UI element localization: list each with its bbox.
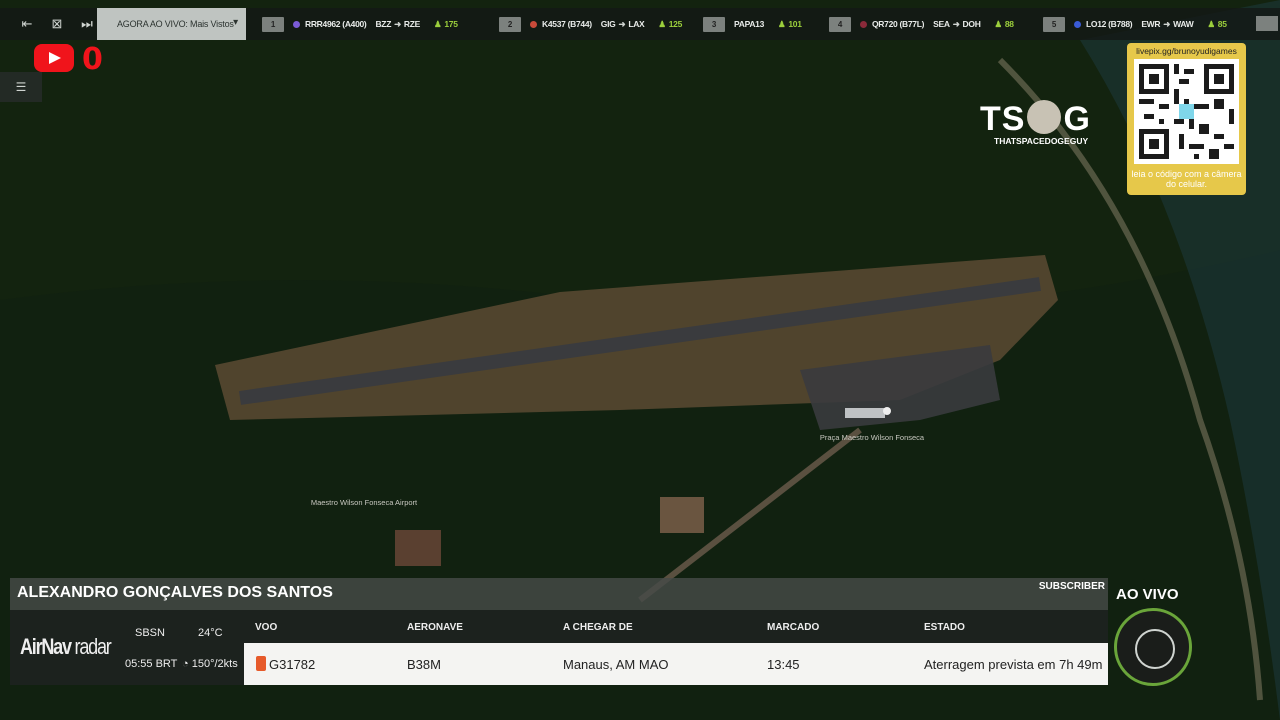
flight-origin: SEA: [933, 19, 950, 29]
local-time: 05:55 BRT: [125, 658, 178, 670]
header-scheduled: MARCADO: [767, 622, 820, 633]
flight-rank: 3: [703, 16, 725, 32]
airport-info: AirNav radar SBSN 05:55 BRT 24°C ◔ 150°/…: [10, 610, 1108, 685]
flight-origin: BZZ: [375, 19, 392, 29]
viewers-count: 175: [444, 19, 458, 29]
flight-destination: LAX: [628, 19, 645, 29]
flight-rank: 5: [1043, 16, 1065, 32]
arrow-right-icon: ➜: [394, 18, 401, 29]
list-panel-button[interactable]: ☰: [0, 72, 42, 102]
top-bar: ⇤ ⊠ ⏭ AGORA AO VIVO: Mais Vistos ▾ 1 RRR…: [0, 8, 1280, 40]
arrow-right-icon: ➜: [618, 18, 626, 29]
channel-logo-subtitle: THATSPACEDOGEGUY: [994, 136, 1089, 146]
collapse-left-icon[interactable]: ⇤: [14, 11, 40, 37]
airline-icon: [1074, 20, 1081, 28]
flight-item[interactable]: 3 PAPA13 ♟ 101: [703, 8, 829, 40]
header-from: A CHEGAR DE: [563, 622, 633, 633]
arrow-right-icon: ➜: [1163, 18, 1171, 29]
wind-icon: ◔: [182, 658, 189, 670]
flight-destination: WAW: [1173, 19, 1194, 29]
flight-rank: 2: [499, 16, 521, 32]
header-aircraft: AERONAVE: [407, 622, 463, 633]
top-flights-list: 1 RRR4962 (A400) BZZ ➜ RZE ♟ 175 2 K4537…: [262, 8, 1243, 40]
live-label: AO VIVO: [1116, 586, 1179, 603]
flight-callsign: LO12 (B788): [1086, 19, 1133, 29]
row-scheduled: 13:45: [767, 657, 800, 672]
viewers-icon: ♟: [1207, 18, 1215, 29]
youtube-count: 0: [82, 42, 103, 77]
flight-rank: 1: [262, 16, 284, 32]
viewers-count: 88: [1004, 19, 1014, 29]
flight-destination: RZE: [403, 19, 421, 29]
more-flights-button[interactable]: [1256, 16, 1278, 31]
location-pin-icon[interactable]: [883, 407, 891, 415]
chevron-down-icon: ▾: [233, 17, 238, 28]
flight-callsign: PAPA13: [734, 19, 765, 29]
viewers-icon: ♟: [658, 18, 666, 29]
airport-icao: SBSN: [135, 627, 165, 639]
header-flight: VOO: [255, 622, 278, 633]
now-live-label: AGORA AO VIVO: Mais Vistos: [117, 19, 234, 29]
flight-item[interactable]: 5 LO12 (B788) EWR ➜ WAW ♟ 85: [1043, 8, 1243, 40]
subscriber-banner: ALEXANDRO GONÇALVES DOS SANTOS SUBSCRIBE…: [10, 578, 1108, 610]
qr-caption: leia o código com a câmera do celular.: [1131, 169, 1242, 189]
airline-icon: [293, 20, 300, 28]
flight-origin: EWR: [1141, 19, 1161, 29]
map-place-label: Praça Maestro Wilson Fonseca: [820, 433, 925, 442]
wind-value: 150°/2kts: [191, 658, 238, 670]
viewers-count: 85: [1217, 19, 1227, 29]
subscriber-label: SUBSCRIBER: [1038, 581, 1105, 592]
temperature: 24°C: [198, 627, 223, 639]
qr-code: [1134, 59, 1239, 164]
airnav-brand: AirNav: [20, 634, 72, 659]
flight-item[interactable]: 2 K4537 (B744) GIG ➜ LAX ♟ 125: [499, 8, 703, 40]
airnav-brand-suffix: radar: [70, 634, 112, 659]
channel-badge-icon: [1114, 608, 1192, 686]
viewers-count: 101: [788, 19, 802, 29]
now-live-dropdown[interactable]: AGORA AO VIVO: Mais Vistos ▾: [97, 8, 246, 40]
row-from: Manaus, AM MAO: [563, 657, 669, 672]
airline-icon: [860, 20, 867, 28]
header-status: ESTADO: [924, 622, 965, 633]
arrow-right-icon: ➜: [952, 18, 960, 29]
row-aircraft: B38M: [407, 657, 441, 672]
flight-callsign: K4537 (B744): [542, 19, 592, 29]
flight-item[interactable]: 1 RRR4962 (A400) BZZ ➜ RZE ♟ 175: [262, 8, 499, 40]
wind-info: ◔ 150°/2kts: [182, 658, 238, 670]
airline-icon: [530, 20, 537, 28]
doge-icon: [1027, 100, 1062, 134]
youtube-icon: [34, 44, 74, 72]
row-flight: G31782: [269, 657, 316, 672]
close-box-icon[interactable]: ⊠: [44, 11, 70, 37]
viewers-icon: ♟: [994, 18, 1003, 29]
flight-destination: DOH: [962, 19, 981, 29]
flight-callsign: QR720 (B77L): [872, 19, 925, 29]
airline-icon: [256, 656, 266, 671]
subscriber-name: ALEXANDRO GONÇALVES DOS SANTOS: [17, 584, 333, 601]
channel-logo: TS G: [980, 100, 1091, 138]
map-airport-label: Maestro Wilson Fonseca Airport: [311, 498, 418, 507]
flight-rank: 4: [829, 16, 851, 32]
row-status: Aterragem prevista em 7h 49m: [924, 657, 1103, 672]
viewers-icon: ♟: [434, 18, 442, 29]
list-icon: ☰: [15, 80, 27, 94]
viewers-icon: ♟: [778, 18, 786, 29]
qr-card: livepix.gg/brunoyudigames leia o código …: [1127, 43, 1246, 195]
flight-origin: GIG: [600, 19, 616, 29]
qr-url: livepix.gg/brunoyudigames: [1136, 46, 1237, 56]
flight-item[interactable]: 4 QR720 (B77L) SEA ➜ DOH ♟ 88: [829, 8, 1043, 40]
airnav-logo: AirNav radar: [20, 634, 112, 660]
table-row[interactable]: G31782 B38M Manaus, AM MAO 13:45 Aterrag…: [244, 643, 1108, 685]
viewers-count: 125: [668, 19, 683, 29]
flight-info-panel: ALEXANDRO GONÇALVES DOS SANTOS SUBSCRIBE…: [10, 578, 1108, 685]
flight-callsign: RRR4962 (A400): [305, 19, 367, 29]
